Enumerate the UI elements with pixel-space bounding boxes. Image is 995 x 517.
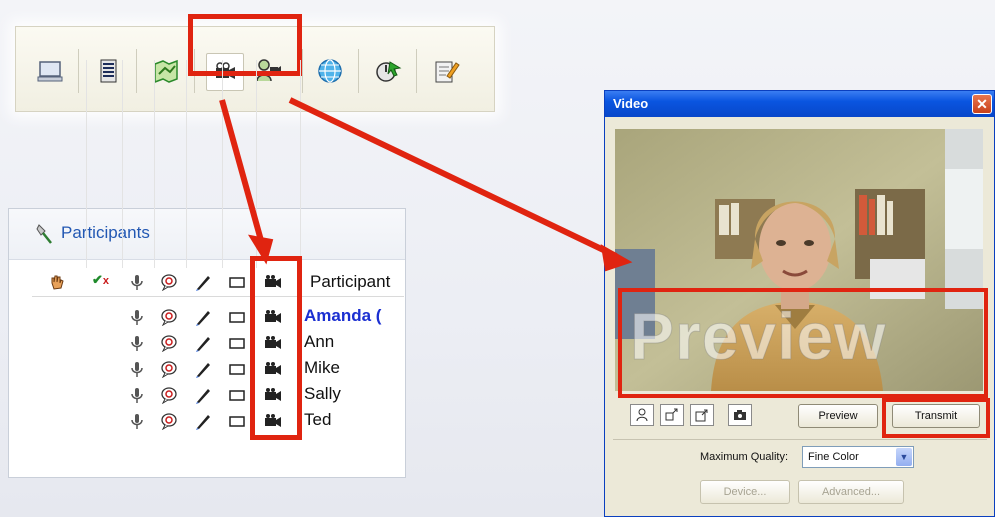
device-button[interactable]: Device... [700, 480, 790, 504]
participant-name: Ann [304, 332, 335, 351]
maximum-quality-label: Maximum Quality: [700, 451, 789, 463]
close-button[interactable]: ✕ [972, 94, 992, 114]
preview-button[interactable]: Preview [798, 404, 878, 428]
microphone-icon[interactable] [128, 334, 146, 352]
window-icon[interactable] [228, 273, 246, 291]
globe-icon[interactable] [312, 53, 348, 89]
pen-icon[interactable] [194, 334, 212, 352]
window-icon[interactable] [228, 360, 246, 378]
chevron-down-icon[interactable]: ▼ [896, 448, 912, 466]
chat-icon[interactable] [160, 334, 178, 352]
transmit-annotation-box [882, 398, 990, 438]
camera-icon [734, 410, 746, 420]
participants-column-header-row: ✔x Participant [32, 268, 404, 297]
pen-icon[interactable] [194, 386, 212, 404]
advanced-button[interactable]: Advanced... [798, 480, 904, 504]
notes-icon[interactable] [428, 53, 464, 89]
column-divider [154, 60, 155, 268]
column-divider [300, 60, 301, 268]
column-divider [86, 60, 87, 268]
shrink-video-button[interactable] [660, 404, 684, 426]
participant-row[interactable]: Ted [32, 408, 404, 434]
pen-icon[interactable] [194, 308, 212, 326]
participants-header: Participants [9, 209, 405, 260]
toolbar-separator [358, 49, 359, 93]
pen-icon[interactable] [194, 360, 212, 378]
pen-icon[interactable] [194, 273, 212, 291]
toolbar-annotation-box [188, 14, 302, 76]
video-window-title: Video [613, 96, 649, 111]
participant-name: Mike [304, 358, 340, 377]
microphone-icon[interactable] [128, 273, 146, 291]
participant-column-header[interactable]: Participant [310, 272, 390, 292]
participant-name: Amanda ( [304, 306, 382, 325]
pointer-icon[interactable] [370, 53, 406, 89]
list-icon[interactable] [90, 53, 126, 89]
toolbar-separator [78, 49, 79, 93]
toolbar-separator [416, 49, 417, 93]
raise-hand-icon[interactable] [48, 273, 66, 291]
computer-icon[interactable] [32, 53, 68, 89]
shrink-icon [665, 408, 678, 421]
maximum-quality-value: Fine Color [808, 451, 859, 463]
chat-icon[interactable] [160, 412, 178, 430]
microphone-icon[interactable] [128, 308, 146, 326]
preview-annotation-box [618, 288, 988, 398]
enlarge-video-button[interactable] [690, 404, 714, 426]
participants-title: Participants [61, 223, 150, 242]
fullscreen-toggle-button[interactable] [630, 404, 654, 426]
chat-icon[interactable] [160, 273, 178, 291]
chat-icon[interactable] [160, 308, 178, 326]
participant-row[interactable]: Mike [32, 356, 404, 382]
window-icon[interactable] [228, 308, 246, 326]
window-icon[interactable] [228, 386, 246, 404]
person-icon [636, 408, 648, 422]
column-divider [256, 60, 257, 268]
participants-video-annotation-box [250, 256, 302, 440]
chat-icon[interactable] [160, 360, 178, 378]
enlarge-icon [695, 409, 708, 422]
microphone-icon[interactable] [128, 412, 146, 430]
participant-row[interactable]: Amanda ( [32, 304, 404, 330]
microphone-icon[interactable] [128, 360, 146, 378]
participant-row[interactable]: Ann [32, 330, 404, 356]
participant-row[interactable]: Sally [32, 382, 404, 408]
participant-name: Sally [304, 384, 341, 403]
status-check-icon[interactable]: ✔x [92, 272, 109, 288]
window-icon[interactable] [228, 412, 246, 430]
pin-icon[interactable] [35, 223, 55, 245]
column-divider [186, 60, 187, 268]
chat-icon[interactable] [160, 386, 178, 404]
microphone-icon[interactable] [128, 386, 146, 404]
maximum-quality-select[interactable]: Fine Color ▼ [802, 446, 914, 468]
window-icon[interactable] [228, 334, 246, 352]
column-divider [222, 60, 223, 268]
pen-icon[interactable] [194, 412, 212, 430]
participant-name: Ted [304, 410, 332, 429]
toolbar-separator [136, 49, 137, 93]
column-divider [122, 60, 123, 268]
snapshot-button[interactable] [728, 404, 752, 426]
video-window-divider [613, 439, 987, 440]
video-window-titlebar[interactable]: Video ✕ [605, 91, 994, 117]
toolbar-separator [302, 49, 303, 93]
